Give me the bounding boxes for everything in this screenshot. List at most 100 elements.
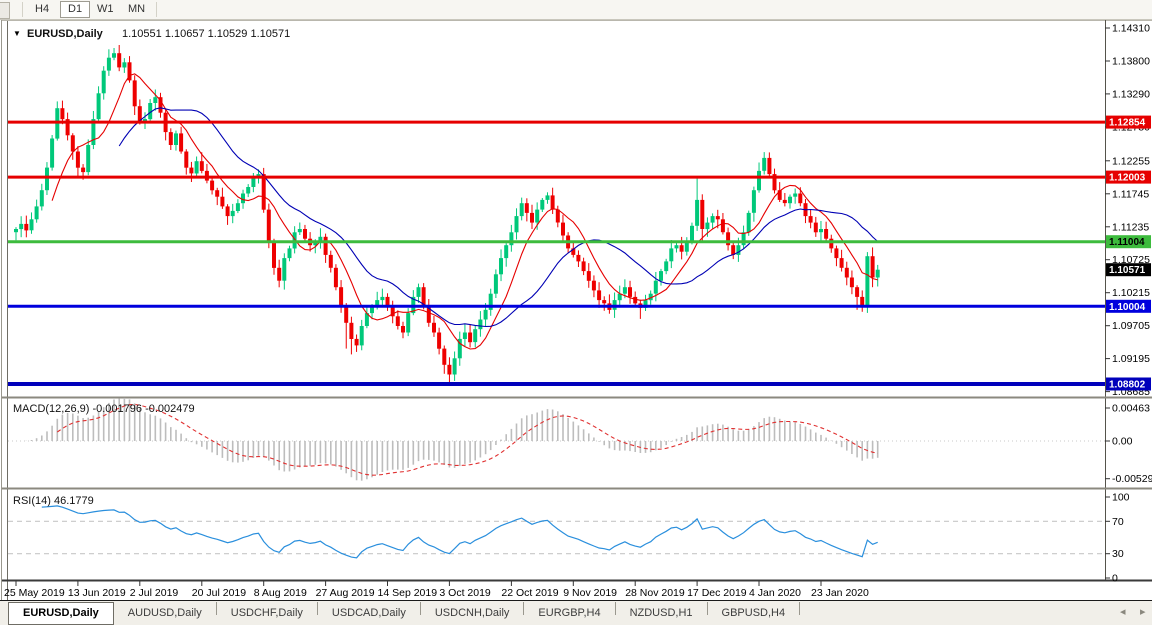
tab-scroll-right-icon[interactable]: ▸ [1140,605,1146,618]
candle-body [210,180,215,191]
rsi-label: RSI(14) 46.1779 [13,495,94,507]
candle-body [303,229,307,239]
rsi-axis-label: 30 [1112,548,1124,560]
candle-body [380,296,385,301]
candle-body [215,190,220,197]
date-axis-label: 28 Nov 2019 [625,587,685,599]
candle-body [555,209,560,223]
candle-body [101,70,106,94]
candle-body [225,206,230,217]
date-axis-label: 9 Nov 2019 [563,587,617,599]
candle-body [344,306,349,323]
candle-body [230,210,235,217]
candle-body [819,229,823,233]
candle-body [96,93,101,120]
candle-body [452,358,457,375]
date-axis-label: 14 Sep 2019 [378,587,438,599]
rsi-pane[interactable] [8,505,1105,559]
candle-body [839,258,844,268]
candle-body [194,161,199,174]
candle-body [60,108,65,120]
candle-body [741,232,746,246]
rsi-axis-label: 70 [1112,516,1124,528]
date-axis-label: 27 Aug 2019 [316,587,375,599]
candle-body [297,229,302,233]
candle-body [416,287,421,297]
tab-eurusd-daily[interactable]: EURUSD,Daily [8,602,114,625]
candle-body [106,57,111,71]
tab-audusd-daily[interactable]: AUDUSD,Daily [114,603,216,623]
chart-area[interactable]: 1.143101.138001.132901.127801.122551.117… [0,20,1152,600]
tab-eurgbp-h4[interactable]: EURGBP,H4 [524,603,614,623]
timeframe-button-w1[interactable]: W1 [90,1,121,18]
candle-body [493,274,498,294]
candle-body [757,170,761,191]
candle-body [767,157,772,175]
chart-ohlc-values: 1.10551 1.10657 1.10529 1.10571 [122,28,290,40]
candle-body [669,248,674,262]
macd-axis-label: 0.00463 [1112,403,1150,415]
candle-body [220,196,225,207]
candle-body [235,203,240,211]
date-axis-label: 8 Aug 2019 [254,587,307,599]
candle-body [602,300,607,304]
price-axis-label: 1.09705 [1112,320,1150,332]
macd-axis-label: 0.00 [1112,436,1133,448]
candle-body [24,223,29,231]
timeframe-button-h4[interactable]: H4 [28,1,56,18]
candle-body [788,196,792,204]
candle-body [829,238,834,249]
rsi-axis-label: 0 [1112,573,1118,585]
tab-nzdusd-h1[interactable]: NZDUSD,H1 [616,603,707,623]
candle-body [406,313,411,333]
candle-body [509,232,514,246]
candle-body [581,261,586,272]
timeframe-button-mn[interactable]: MN [121,1,152,18]
candle-body [442,348,447,365]
candle-body [679,245,684,252]
candle-body [720,219,725,233]
candle-body [478,319,483,330]
tab-gbpusd-h4[interactable]: GBPUSD,H4 [708,603,800,623]
candle-body [710,216,715,223]
candle-body [875,269,880,278]
candle-body [633,296,638,304]
price-axis-label: 1.10215 [1112,287,1150,299]
candle-body [122,62,127,68]
candle-body [824,229,829,239]
tab-usdchf-daily[interactable]: USDCHF,Daily [217,603,317,623]
candle-body [834,248,839,259]
mt4-chart-window: { "toolbar": { "buttons": [ {"label": "H… [0,0,1152,625]
candle-body [746,212,751,233]
candle-body [705,222,710,230]
candle-body [628,287,632,297]
chart-dropdown-icon[interactable]: ▼ [13,29,21,38]
price-axis[interactable]: 1.143101.138001.132901.127801.122551.117… [1105,23,1152,585]
candle-body [684,242,689,252]
tab-usdcad-daily[interactable]: USDCAD,Daily [318,603,420,623]
price-axis-label: 1.11235 [1112,221,1149,233]
candle-body [664,261,669,272]
timeframe-button-d1[interactable]: D1 [60,1,91,18]
candle-body [870,256,875,278]
price-axis-label: 1.09195 [1112,353,1150,365]
candle-body [462,332,467,339]
candle-body [266,209,271,242]
candle-body [622,287,627,294]
candle-body [287,248,292,259]
tab-scroll-left-icon[interactable]: ◂ [1120,605,1126,618]
candle-body [246,187,251,194]
main-price-pane[interactable] [8,45,1105,386]
level-price-tag: 1.11004 [1109,237,1145,248]
tab-usdcnh-daily[interactable]: USDCNH,Daily [421,603,524,623]
date-axis[interactable]: 25 May 2019 13 Jun 2019 2 Jul 2019 20 Jul 2… [4,581,869,599]
candle-body [535,209,540,223]
toolbar-separator [156,2,157,17]
candle-body [272,242,276,268]
candle-body [586,271,591,281]
candle-body [251,177,256,187]
candle-body [45,167,49,191]
candle-body [447,364,452,375]
candle-body [117,53,122,68]
candle-body [86,145,91,173]
